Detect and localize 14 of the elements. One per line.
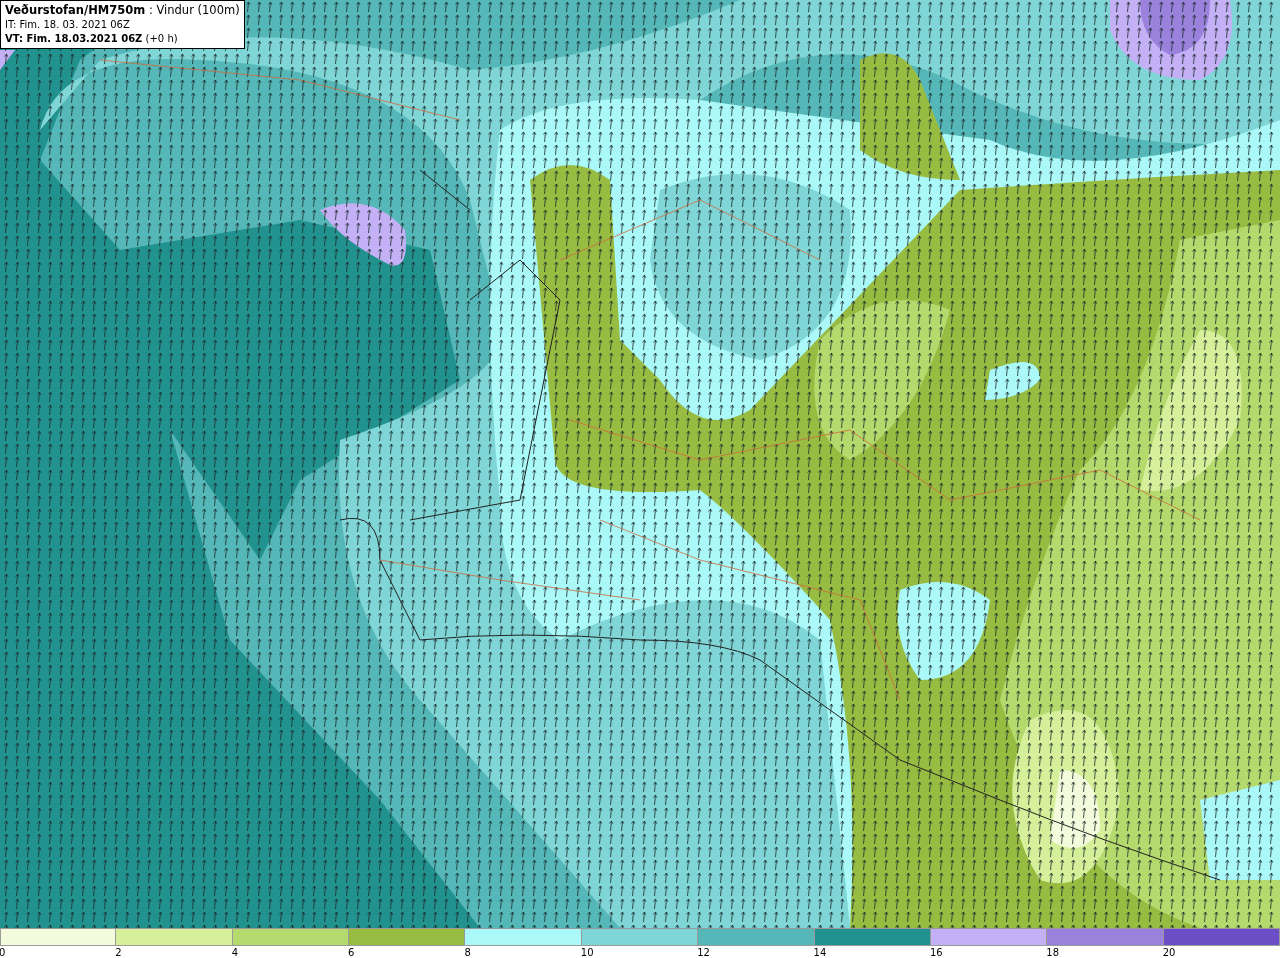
legend-label: 20 <box>1162 946 1176 958</box>
legend-label: 18 <box>1046 946 1059 958</box>
legend-label: 16 <box>929 946 943 958</box>
legend-label: 8 <box>464 946 471 958</box>
legend-label: 12 <box>697 946 710 958</box>
legend-label: 10 <box>580 946 594 958</box>
legend-label: 4 <box>231 946 239 958</box>
legend-label: 14 <box>813 946 827 958</box>
legend-label: 0 <box>0 946 6 958</box>
map-title-line: Veðurstofan/HM750m : Vindur (100m) <box>5 4 240 17</box>
map-title-line: IT: Fim. 18. 03. 2021 06Z <box>5 18 131 31</box>
legend-label: 6 <box>348 946 355 958</box>
legend-label: 2 <box>115 946 122 958</box>
map-title-line: VT: Fim. 18.03.2021 06Z (+0 h) <box>5 32 179 45</box>
